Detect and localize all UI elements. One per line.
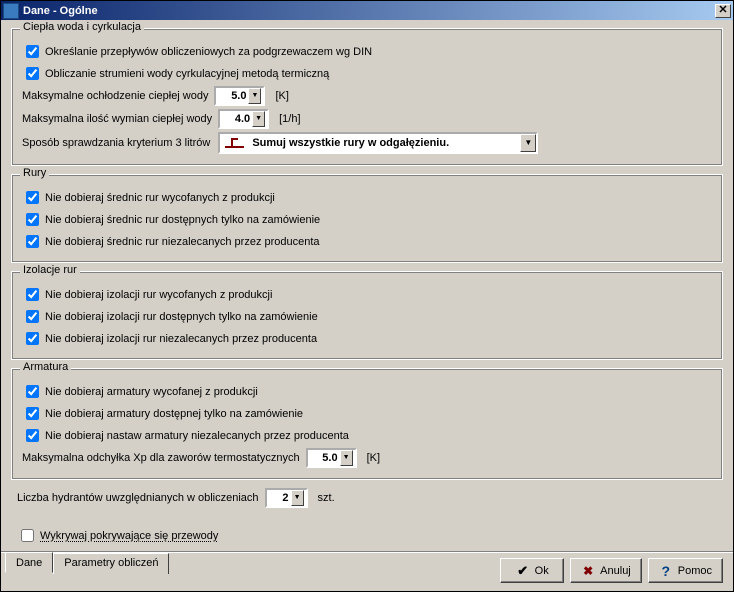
content-area: Ciepła woda i cyrkulacja Określanie prze… [1,20,733,551]
group-fittings: Armatura Nie dobieraj armatury wycofanej… [11,368,723,480]
bottom-bar: Dane Parametry obliczeń Ok Anuluj Pomoc [1,551,733,591]
chk-label: Nie dobieraj średnic rur wycofanych z pr… [45,192,275,204]
chk-ins-not-recommended[interactable] [26,332,39,345]
unit: [1/h] [279,113,300,125]
window-title: Dane - Ogólne [23,5,715,17]
label-3l-criterion: Sposób sprawdzania kryterium 3 litrów [22,137,210,149]
group-insulation: Izolacje rur Nie dobieraj izolacji rur w… [11,271,723,360]
chk-detect-overlap[interactable] [21,529,34,542]
chk-ins-order-only[interactable] [26,310,39,323]
dialog-window: Dane - Ogólne ✕ Ciepła woda i cyrkulacja… [0,0,734,592]
chk-label: Nie dobieraj nastaw armatury niezalecany… [45,430,349,442]
label-max-cooling: Maksymalne ochłodzenie ciepłej wody [22,90,208,102]
ok-button[interactable]: Ok [500,558,564,583]
chevron-down-icon[interactable]: ▼ [252,111,265,127]
pipe-branch-icon [224,136,246,150]
chk-label: Nie dobieraj armatury dostępnej tylko na… [45,408,303,420]
chk-arm-withdrawn[interactable] [26,385,39,398]
chk-arm-not-recommended[interactable] [26,429,39,442]
check-icon [516,564,530,578]
chk-pipes-not-recommended[interactable] [26,235,39,248]
tabbar: Dane Parametry obliczeń [1,552,169,573]
unit: szt. [318,492,335,504]
chk-ins-withdrawn[interactable] [26,288,39,301]
group-pipes: Rury Nie dobieraj średnic rur wycofanych… [11,174,723,263]
unit: [K] [367,452,380,464]
dropdown-3l-criterion[interactable]: Sumuj wszystkie rury w odgałęzieniu. ▼ [218,132,538,154]
chevron-down-icon[interactable]: ▼ [248,88,261,104]
label-max-exchanges: Maksymalna ilość wymian ciepłej wody [22,113,212,125]
chk-label: Nie dobieraj armatury wycofanej z produk… [45,386,258,398]
app-icon [3,3,19,19]
group-legend: Armatura [20,361,71,373]
chk-thermal-circ[interactable] [26,67,39,80]
chk-label: Nie dobieraj izolacji rur niezalecanych … [45,333,317,345]
unit: [K] [275,90,288,102]
chk-arm-order-only[interactable] [26,407,39,420]
titlebar: Dane - Ogólne ✕ [1,1,733,20]
chk-pipes-withdrawn[interactable] [26,191,39,204]
label-hydrants: Liczba hydrantów uwzględnianych w oblicz… [17,492,259,504]
chk-label: Obliczanie strumieni wody cyrkulacyjnej … [45,68,329,80]
chevron-down-icon[interactable]: ▼ [520,134,536,152]
question-icon [659,564,673,578]
tab-dane[interactable]: Dane [5,552,53,573]
spin-max-exchanges[interactable]: 4.0 ▼ [218,109,269,129]
spin-xp-deviation[interactable]: 5.0 ▼ [306,448,357,468]
spin-max-cooling[interactable]: 5.0 ▼ [214,86,265,106]
group-legend: Ciepła woda i cyrkulacja [20,21,144,33]
chk-label: Określanie przepływów obliczeniowych za … [45,46,372,58]
label-xp-deviation: Maksymalna odchyłka Xp dla zaworów termo… [22,452,300,464]
chk-label: Wykrywaj pokrywające się przewody [40,530,218,542]
chk-label: Nie dobieraj średnic rur dostępnych tylk… [45,214,320,226]
chevron-down-icon[interactable]: ▼ [291,490,304,506]
help-button[interactable]: Pomoc [648,558,723,583]
group-legend: Izolacje rur [20,264,80,276]
chevron-down-icon[interactable]: ▼ [340,450,353,466]
chk-din-flow[interactable] [26,45,39,58]
group-hot-water: Ciepła woda i cyrkulacja Określanie prze… [11,28,723,166]
cancel-button[interactable]: Anuluj [570,558,642,583]
chk-label: Nie dobieraj średnic rur niezalecanych p… [45,236,320,248]
chk-label: Nie dobieraj izolacji rur dostępnych tyl… [45,311,318,323]
spin-hydrants[interactable]: 2 ▼ [265,488,308,508]
tab-parametry[interactable]: Parametry obliczeń [53,553,169,574]
group-legend: Rury [20,167,49,179]
chk-pipes-order-only[interactable] [26,213,39,226]
x-icon [581,564,595,578]
close-icon[interactable]: ✕ [715,4,731,18]
chk-label: Nie dobieraj izolacji rur wycofanych z p… [45,289,272,301]
